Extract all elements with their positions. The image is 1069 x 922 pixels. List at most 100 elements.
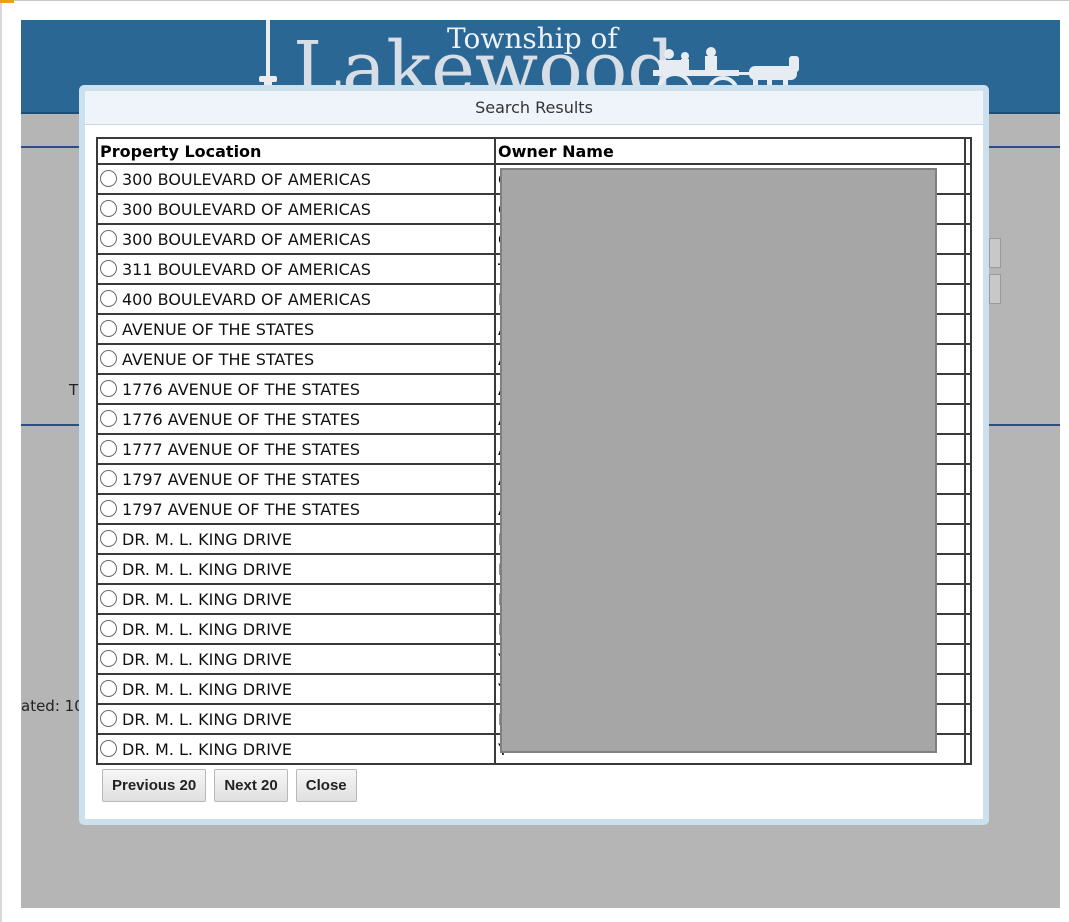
property-location-cell[interactable]: DR. M. L. KING DRIVE	[96, 673, 496, 705]
township-label: Township of	[447, 22, 618, 55]
column-header-property-location: Property Location	[96, 137, 496, 165]
property-location-text: DR. M. L. KING DRIVE	[122, 679, 292, 699]
background-label-fragment: T	[69, 381, 79, 399]
owner-name-redaction	[500, 168, 937, 753]
select-radio-button[interactable]	[100, 319, 117, 337]
select-radio-button[interactable]	[100, 229, 117, 247]
row-spacer-cell	[964, 553, 972, 585]
dialog-title: Search Results	[85, 91, 983, 125]
property-location-cell[interactable]: 300 BOULEVARD OF AMERICAS	[96, 193, 496, 225]
property-location-cell[interactable]: DR. M. L. KING DRIVE	[96, 583, 496, 615]
row-spacer-cell	[964, 643, 972, 675]
property-location-cell[interactable]: DR. M. L. KING DRIVE	[96, 613, 496, 645]
property-location-text: 300 BOULEVARD OF AMERICAS	[122, 199, 371, 219]
section-divider	[21, 424, 81, 426]
property-location-cell[interactable]: 1776 AVENUE OF THE STATES	[96, 373, 496, 405]
select-radio-button[interactable]	[100, 349, 117, 367]
select-radio-button[interactable]	[100, 169, 117, 187]
row-spacer-cell	[964, 373, 972, 405]
property-location-text: 1777 AVENUE OF THE STATES	[122, 439, 360, 459]
corner-accent	[0, 0, 14, 3]
row-spacer-cell	[964, 283, 972, 315]
property-location-text: DR. M. L. KING DRIVE	[122, 559, 292, 579]
select-radio-button[interactable]	[100, 379, 117, 397]
property-location-text: AVENUE OF THE STATES	[122, 349, 315, 369]
property-location-cell[interactable]: 1797 AVENUE OF THE STATES	[96, 463, 496, 495]
previous-20-button[interactable]: Previous 20	[102, 769, 207, 802]
row-spacer-cell	[964, 163, 972, 195]
property-location-text: DR. M. L. KING DRIVE	[122, 739, 292, 759]
select-radio-button[interactable]	[100, 559, 117, 577]
property-location-cell[interactable]: 1777 AVENUE OF THE STATES	[96, 433, 496, 465]
select-radio-button[interactable]	[100, 739, 117, 757]
background-button	[989, 238, 1001, 268]
property-location-cell[interactable]: AVENUE OF THE STATES	[96, 343, 496, 375]
column-header-spacer	[964, 137, 972, 165]
property-location-cell[interactable]: DR. M. L. KING DRIVE	[96, 523, 496, 555]
select-radio-button[interactable]	[100, 589, 117, 607]
property-location-cell[interactable]: DR. M. L. KING DRIVE	[96, 733, 496, 765]
property-location-text: AVENUE OF THE STATES	[122, 319, 315, 339]
next-20-button[interactable]: Next 20	[214, 769, 288, 802]
property-location-text: DR. M. L. KING DRIVE	[122, 529, 292, 549]
property-location-text: 1797 AVENUE OF THE STATES	[122, 469, 360, 489]
property-location-text: DR. M. L. KING DRIVE	[122, 649, 292, 669]
row-spacer-cell	[964, 733, 972, 765]
select-radio-button[interactable]	[100, 289, 117, 307]
select-radio-button[interactable]	[100, 469, 117, 487]
select-radio-button[interactable]	[100, 409, 117, 427]
row-spacer-cell	[964, 703, 972, 735]
property-location-cell[interactable]: 300 BOULEVARD OF AMERICAS	[96, 223, 496, 255]
property-location-cell[interactable]: AVENUE OF THE STATES	[96, 313, 496, 345]
select-radio-button[interactable]	[100, 679, 117, 697]
property-location-text: DR. M. L. KING DRIVE	[122, 619, 292, 639]
last-updated-fragment: ated: 10	[21, 697, 84, 715]
select-radio-button[interactable]	[100, 439, 117, 457]
column-header-owner-name: Owner Name	[494, 137, 966, 165]
row-spacer-cell	[964, 223, 972, 255]
property-location-cell[interactable]: 1797 AVENUE OF THE STATES	[96, 493, 496, 525]
window-top-edge	[0, 0, 1069, 1]
property-location-cell[interactable]: DR. M. L. KING DRIVE	[96, 703, 496, 735]
row-spacer-cell	[964, 193, 972, 225]
table-header-row: Property Location Owner Name	[96, 137, 972, 165]
property-location-text: 1797 AVENUE OF THE STATES	[122, 499, 360, 519]
property-location-text: 300 BOULEVARD OF AMERICAS	[122, 169, 371, 189]
property-location-text: 311 BOULEVARD OF AMERICAS	[122, 259, 371, 279]
select-radio-button[interactable]	[100, 199, 117, 217]
property-location-text: DR. M. L. KING DRIVE	[122, 709, 292, 729]
row-spacer-cell	[964, 253, 972, 285]
water-tower-icon	[266, 20, 270, 78]
search-results-dialog: Search Results Property Location Owner N…	[79, 85, 989, 825]
window-left-edge	[0, 0, 2, 922]
select-radio-button[interactable]	[100, 709, 117, 727]
property-location-cell[interactable]: DR. M. L. KING DRIVE	[96, 643, 496, 675]
row-spacer-cell	[964, 343, 972, 375]
dialog-button-bar: Previous 20 Next 20 Close	[102, 769, 360, 802]
property-location-cell[interactable]: 400 BOULEVARD OF AMERICAS	[96, 283, 496, 315]
row-spacer-cell	[964, 523, 972, 555]
row-spacer-cell	[964, 673, 972, 705]
select-radio-button[interactable]	[100, 499, 117, 517]
property-location-cell[interactable]: DR. M. L. KING DRIVE	[96, 553, 496, 585]
property-location-cell[interactable]: 1776 AVENUE OF THE STATES	[96, 403, 496, 435]
select-radio-button[interactable]	[100, 649, 117, 667]
section-divider	[21, 146, 81, 148]
section-divider	[989, 424, 1060, 426]
close-button[interactable]: Close	[295, 769, 357, 802]
section-divider	[989, 146, 1060, 148]
row-spacer-cell	[964, 403, 972, 435]
select-radio-button[interactable]	[100, 259, 117, 277]
property-location-cell[interactable]: 311 BOULEVARD OF AMERICAS	[96, 253, 496, 285]
row-spacer-cell	[964, 493, 972, 525]
property-location-text: 400 BOULEVARD OF AMERICAS	[122, 289, 371, 309]
row-spacer-cell	[964, 463, 972, 495]
select-radio-button[interactable]	[100, 619, 117, 637]
row-spacer-cell	[964, 583, 972, 615]
background-button	[989, 274, 1001, 304]
row-spacer-cell	[964, 433, 972, 465]
property-location-text: 1776 AVENUE OF THE STATES	[122, 379, 360, 399]
select-radio-button[interactable]	[100, 529, 117, 547]
row-spacer-cell	[964, 313, 972, 345]
property-location-cell[interactable]: 300 BOULEVARD OF AMERICAS	[96, 163, 496, 195]
